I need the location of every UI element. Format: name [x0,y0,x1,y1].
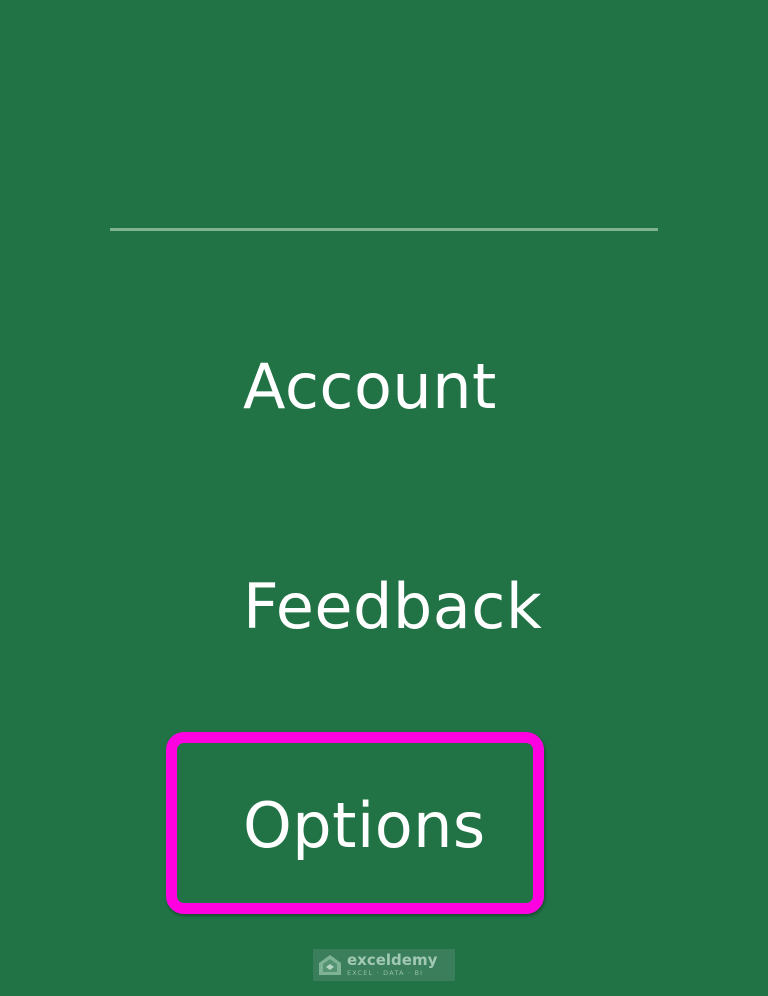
exceldemy-watermark: exceldemy EXCEL · DATA · BI [313,949,455,981]
nav-item-feedback[interactable]: Feedback [243,576,542,638]
nav-divider [110,228,658,231]
nav-item-account[interactable]: Account [243,356,497,418]
exceldemy-logo-icon [319,955,341,975]
backstage-nav: Account Feedback Options [0,0,768,996]
watermark-tagline: EXCEL · DATA · BI [347,969,424,978]
nav-item-options[interactable]: Options [243,795,486,857]
watermark-brand: exceldemy [347,951,438,970]
